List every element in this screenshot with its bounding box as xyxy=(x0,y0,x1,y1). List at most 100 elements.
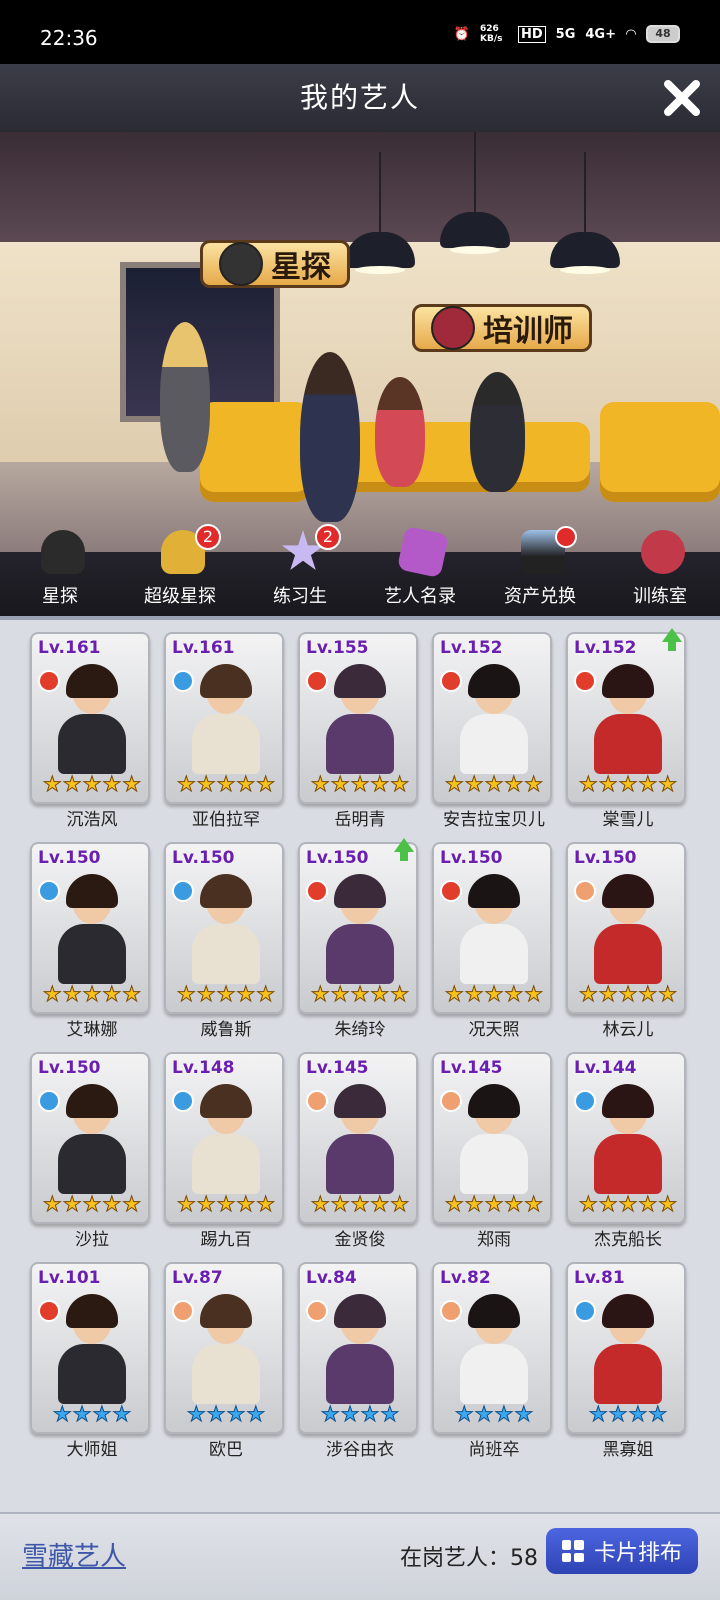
scout-banner-label: 星探 xyxy=(271,250,331,285)
artist-portrait xyxy=(54,1084,130,1194)
artist-card[interactable]: Lv.150 ★ ★ ★ ★ ★ 朱绮玲 xyxy=(298,838,418,1040)
scout-banner[interactable]: 星探 xyxy=(200,240,350,288)
artist-card[interactable]: Lv.150 ★ ★ ★ ★ ★ 威鲁斯 xyxy=(164,842,284,1040)
card-layout-button[interactable]: 卡片排布 xyxy=(546,1528,698,1574)
star-rating: ★ ★ ★ ★ ★ xyxy=(438,1192,550,1217)
tool-training-room[interactable]: 训练室 xyxy=(605,530,715,616)
star-rating: ★ ★ ★ ★ xyxy=(36,1402,148,1427)
artist-name: 朱绮玲 xyxy=(334,1020,386,1040)
artist-card[interactable]: Lv.150 ★ ★ ★ ★ ★ 林云儿 xyxy=(566,842,686,1040)
star-icon: ★ xyxy=(658,982,678,1007)
artist-card[interactable]: Lv.161 ★ ★ ★ ★ ★ 沉浩风 xyxy=(30,632,150,830)
star-icon: ★ xyxy=(504,982,524,1007)
status-time: 22:36 xyxy=(40,26,98,50)
star-icon: ★ xyxy=(92,1402,112,1427)
studio-scene: 星探 培训师 xyxy=(0,132,720,552)
star-icon: ★ xyxy=(256,982,276,1007)
star-rating: ★ ★ ★ ★ ★ xyxy=(36,1192,148,1217)
star-icon: ★ xyxy=(340,1402,360,1427)
star-icon: ★ xyxy=(524,772,544,797)
artist-portrait xyxy=(54,664,130,774)
tool-label: 资产兑换 xyxy=(504,586,576,607)
net-speed: 626 KB/s xyxy=(480,24,503,44)
artist-level: Lv.161 xyxy=(38,638,101,658)
star-rating: ★ ★ ★ ★ ★ xyxy=(572,772,684,797)
artist-card[interactable]: Lv.144 ★ ★ ★ ★ ★ 杰克船长 xyxy=(566,1052,686,1250)
trainer-banner-label: 培训师 xyxy=(483,314,573,349)
artist-card[interactable]: Lv.87 ★ ★ ★ ★ 欧巴 xyxy=(164,1262,284,1460)
artist-card[interactable]: Lv.155 ★ ★ ★ ★ ★ 岳明青 xyxy=(298,632,418,830)
star-icon: ★ xyxy=(42,1192,62,1217)
star-rating: ★ ★ ★ ★ ★ xyxy=(36,772,148,797)
tool-trainee[interactable]: 2 练习生 xyxy=(245,524,355,616)
star-icon: ★ xyxy=(236,1192,256,1217)
star-icon: ★ xyxy=(504,1192,524,1217)
artist-card[interactable]: Lv.148 ★ ★ ★ ★ ★ 踢九百 xyxy=(164,1052,284,1250)
trainer-banner[interactable]: 培训师 xyxy=(412,304,592,352)
star-icon: ★ xyxy=(102,1192,122,1217)
artist-portrait xyxy=(54,1294,130,1404)
star-icon: ★ xyxy=(62,772,82,797)
artist-card[interactable]: Lv.82 ★ ★ ★ ★ 尚班卒 xyxy=(432,1262,552,1460)
star-icon: ★ xyxy=(524,1192,544,1217)
artist-portrait xyxy=(188,874,264,984)
tool-super-scout[interactable]: 2 超级星探 xyxy=(125,524,235,616)
star-icon: ★ xyxy=(62,1192,82,1217)
star-rating: ★ ★ ★ ★ ★ xyxy=(304,772,416,797)
on-duty-count: 在岗艺人：58 xyxy=(400,1540,538,1572)
sofa xyxy=(330,422,590,492)
star-rating: ★ ★ ★ ★ ★ xyxy=(438,772,550,797)
artist-portrait xyxy=(188,664,264,774)
star-rating: ★ ★ ★ ★ ★ xyxy=(170,1192,282,1217)
artist-card[interactable]: Lv.145 ★ ★ ★ ★ ★ 郑雨 xyxy=(432,1052,552,1250)
artist-card[interactable]: Lv.152 ★ ★ ★ ★ ★ 棠雪儿 xyxy=(566,628,686,830)
artist-level: Lv.84 xyxy=(306,1268,357,1288)
artist-card[interactable]: Lv.101 ★ ★ ★ ★ 大师姐 xyxy=(30,1262,150,1460)
artist-card[interactable]: Lv.84 ★ ★ ★ ★ 涉谷由衣 xyxy=(298,1262,418,1460)
notification-badge: 2 xyxy=(315,524,341,550)
hidden-artists-link[interactable]: 雪藏艺人 xyxy=(22,1536,126,1573)
artist-name: 岳明青 xyxy=(334,810,386,830)
tool-scout[interactable]: 星探 xyxy=(5,530,115,616)
star-icon: ★ xyxy=(370,1192,390,1217)
star-icon: ★ xyxy=(330,982,350,1007)
artist-name: 棠雪儿 xyxy=(602,810,654,830)
star-icon: ★ xyxy=(638,982,658,1007)
artist-card[interactable]: Lv.145 ★ ★ ★ ★ ★ 金贤俊 xyxy=(298,1052,418,1250)
star-icon: ★ xyxy=(256,1192,276,1217)
star-rating: ★ ★ ★ ★ xyxy=(170,1402,282,1427)
star-icon: ★ xyxy=(390,772,410,797)
artist-card[interactable]: Lv.81 ★ ★ ★ ★ 黑寡姐 xyxy=(566,1262,686,1460)
star-icon: ★ xyxy=(82,982,102,1007)
scene-ceiling xyxy=(0,132,720,242)
artist-card[interactable]: Lv.150 ★ ★ ★ ★ ★ 沙拉 xyxy=(30,1052,150,1250)
tool-label: 训练室 xyxy=(633,586,687,607)
artist-portrait xyxy=(188,1294,264,1404)
artist-level: Lv.150 xyxy=(306,848,369,868)
star-rating: ★ ★ ★ ★ ★ xyxy=(572,982,684,1007)
tool-artist-directory[interactable]: 艺人名录 xyxy=(365,525,475,616)
artist-row: Lv.101 ★ ★ ★ ★ 大师姐 Lv.87 ★ ★ ★ ★ 欧巴 Lv.84 ★ ★ ★ ★ 涉谷由衣 Lv.… xyxy=(30,1262,700,1460)
star-icon: ★ xyxy=(216,772,236,797)
artist-card[interactable]: Lv.150 ★ ★ ★ ★ ★ 况天照 xyxy=(432,842,552,1040)
artist-name: 郑雨 xyxy=(477,1230,511,1250)
artist-name: 涉谷由衣 xyxy=(326,1440,394,1460)
artist-name: 况天照 xyxy=(468,1020,520,1040)
tool-asset-exchange[interactable]: 资产兑换 xyxy=(485,526,595,616)
star-rating: ★ ★ ★ ★ ★ xyxy=(438,982,550,1007)
close-icon[interactable] xyxy=(660,76,704,120)
artist-card[interactable]: Lv.152 ★ ★ ★ ★ ★ 安吉拉宝贝儿 xyxy=(432,632,552,830)
sofa xyxy=(200,402,310,502)
artist-portrait xyxy=(188,1084,264,1194)
artist-card[interactable]: Lv.150 ★ ★ ★ ★ ★ 艾琳娜 xyxy=(30,842,150,1040)
star-icon: ★ xyxy=(598,1192,618,1217)
artist-level: Lv.101 xyxy=(38,1268,101,1288)
artist-card[interactable]: Lv.161 ★ ★ ★ ★ ★ 亚伯拉罕 xyxy=(164,632,284,830)
tool-label: 星探 xyxy=(42,586,78,607)
star-icon: ★ xyxy=(196,772,216,797)
artist-level: Lv.150 xyxy=(440,848,503,868)
star-icon: ★ xyxy=(444,1192,464,1217)
card-layout-label: 卡片排布 xyxy=(593,1541,682,1566)
artist-level: Lv.161 xyxy=(172,638,235,658)
star-icon: ★ xyxy=(608,1402,628,1427)
